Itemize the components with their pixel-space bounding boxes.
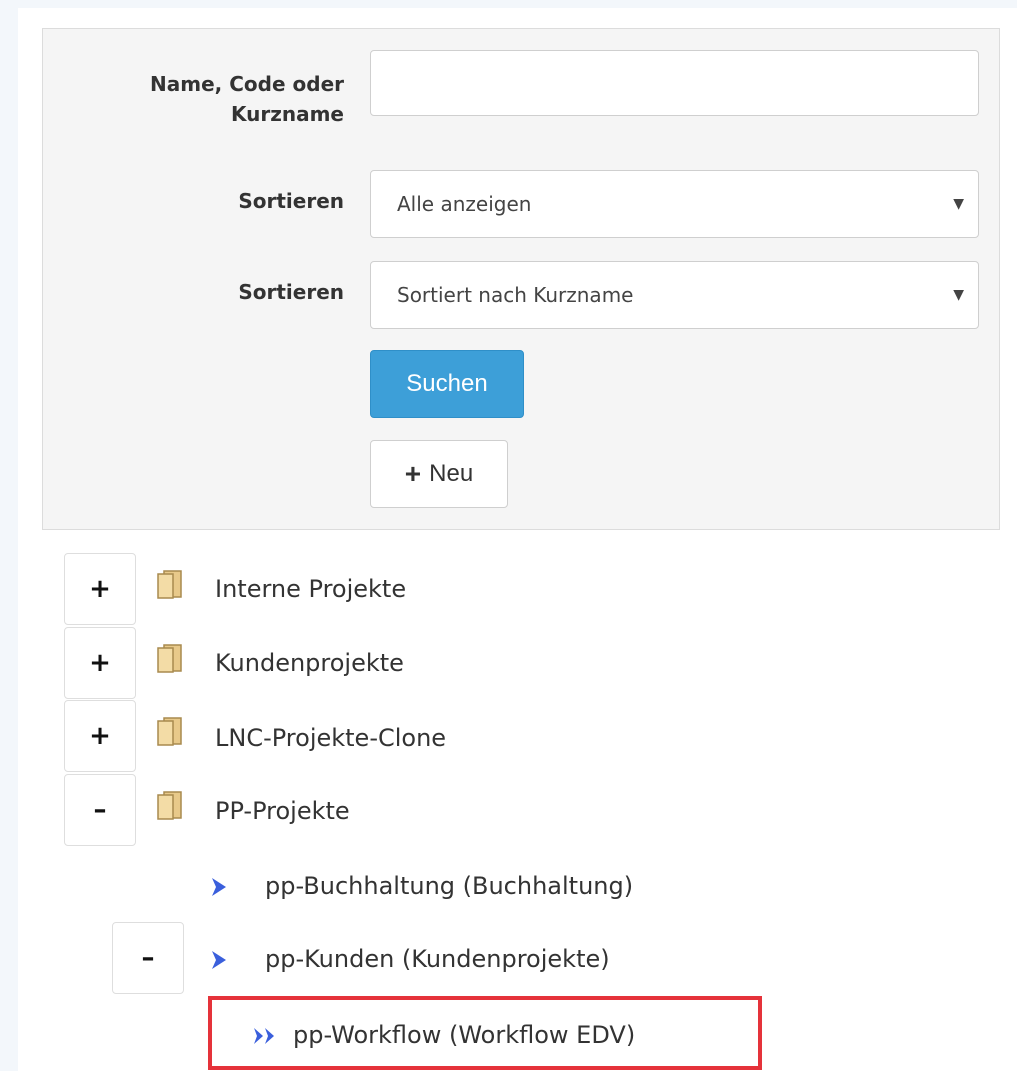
folder-icon [157,570,182,599]
new-button[interactable]: + Neu [370,440,508,508]
filter-select-value: Alle anzeigen [397,192,532,216]
tree-item-label[interactable]: Interne Projekte [215,574,406,604]
plus-icon: + [404,458,422,489]
folder-icon [157,717,182,746]
expand-toggle[interactable]: + [64,627,136,699]
sort-select-value: Sortiert nach Kurzname [397,283,634,307]
page-left-margin [0,0,18,1071]
tree-item-label[interactable]: PP-Projekte [215,796,350,826]
name-label: Name, Code oder Kurzname [150,72,344,126]
selection-highlight [208,996,762,1070]
chevron-right-icon [212,878,226,896]
filter-select[interactable]: Alle anzeigen ▼ [370,170,979,238]
search-button[interactable]: Suchen [370,350,524,418]
tree-item-label[interactable]: Kundenprojekte [215,648,404,678]
name-code-shortname-input[interactable] [370,50,979,116]
tree-item-label[interactable]: pp-Kunden (Kundenprojekte) [265,944,610,974]
tree-item-label[interactable]: LNC-Projekte-Clone [215,723,446,753]
sort-select[interactable]: Sortiert nach Kurzname ▼ [370,261,979,329]
tree-item-label[interactable]: pp-Buchhaltung (Buchhaltung) [265,871,633,901]
new-button-label: Neu [429,460,474,487]
expand-toggle[interactable]: + [64,700,136,772]
folder-icon [157,644,182,673]
chevron-right-icon [212,951,226,969]
collapse-toggle[interactable]: – [112,922,184,994]
chevron-down-icon: ▼ [953,287,964,303]
project-panel: Name, Code oder Kurzname Sortieren Alle … [18,8,1017,1071]
expand-toggle[interactable]: + [64,553,136,625]
folder-icon [157,791,182,820]
search-form: Name, Code oder Kurzname Sortieren Alle … [42,28,1000,530]
chevron-down-icon: ▼ [953,196,964,212]
sort-label: Sortieren [238,280,344,304]
collapse-toggle[interactable]: – [64,774,136,846]
filter-label: Sortieren [238,189,344,213]
